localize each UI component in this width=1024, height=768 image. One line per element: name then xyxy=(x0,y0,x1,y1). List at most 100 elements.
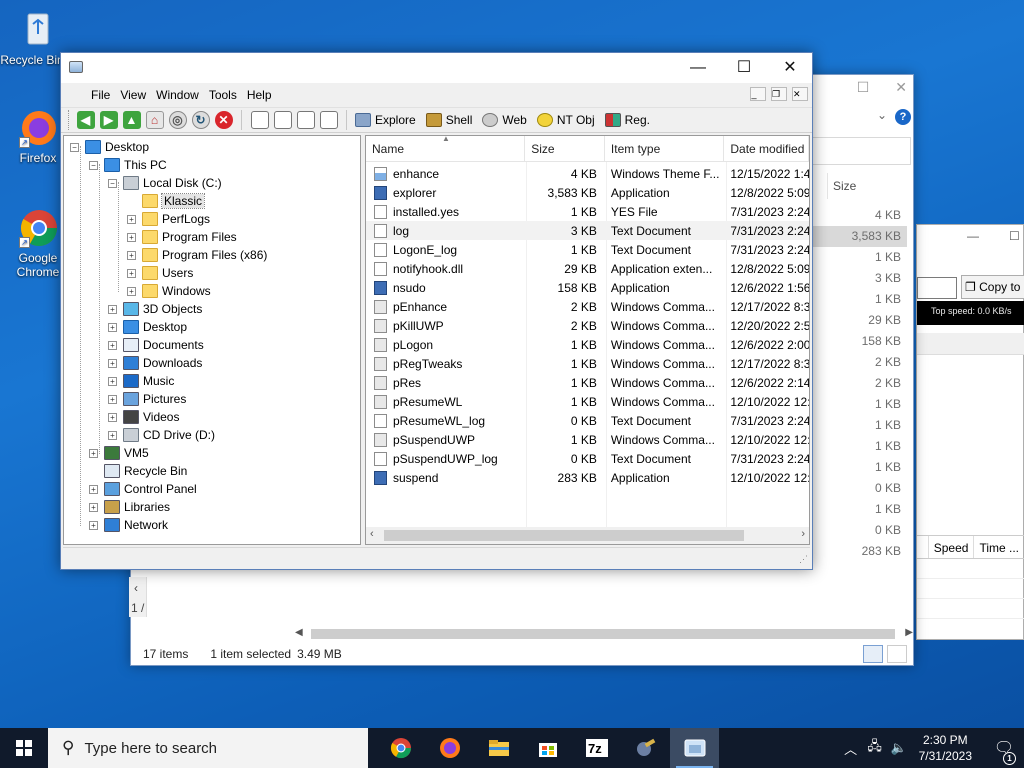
copy-to-button[interactable]: ❐ Copy to xyxy=(961,275,1024,299)
taskbar-search[interactable]: ⚲ Type here to search xyxy=(48,728,368,768)
taskbar-file-explorer[interactable] xyxy=(474,728,523,768)
resize-grip-icon[interactable]: ⋰ xyxy=(799,554,808,565)
tree-item-klassic[interactable]: Klassic xyxy=(127,192,206,210)
maximize-icon[interactable]: ☐ xyxy=(1009,229,1020,243)
file-row[interactable]: log 3 KB Text Document 7/31/2023 2:24 xyxy=(366,221,809,240)
menu-file[interactable]: File xyxy=(91,88,118,102)
col-time[interactable]: Time ... xyxy=(974,536,1024,558)
up-arrow-icon[interactable]: ▲ xyxy=(122,111,141,129)
shell-button[interactable]: Shell xyxy=(425,113,472,127)
home-icon[interactable]: ⌂ xyxy=(145,111,164,129)
expand-icon[interactable]: + xyxy=(89,448,98,458)
large-icons-view-icon[interactable] xyxy=(887,645,907,663)
tree-item-perflogs[interactable]: + PerfLogs xyxy=(127,210,210,228)
file-manager-window[interactable]: — ☐ ✕ File View Window Tools Help _ ❐ ✕ ◀ ▶ … xyxy=(60,52,813,570)
expand-icon[interactable]: + xyxy=(108,304,117,314)
file-row[interactable]: installed.yes 1 KB YES File 7/31/2023 2:24 xyxy=(366,202,809,221)
tree-item-pictures[interactable]: + Pictures xyxy=(108,390,186,408)
scroll-thumb[interactable] xyxy=(384,530,744,541)
tree-item-control-panel[interactable]: + Control Panel xyxy=(89,480,197,498)
volume-icon[interactable]: 🔈 xyxy=(889,740,909,756)
tree-item-this-pc[interactable]: − This PC xyxy=(89,156,167,174)
collapse-icon[interactable]: − xyxy=(89,160,98,170)
minimize-icon[interactable]: — xyxy=(967,229,979,243)
tree-item-desktop[interactable]: − Desktop xyxy=(70,138,149,156)
chevron-up-icon[interactable]: ︿ xyxy=(841,739,861,758)
scroll-right-icon[interactable]: › xyxy=(801,528,805,540)
details-view-icon[interactable] xyxy=(863,645,883,663)
refresh-icon[interactable]: ↻ xyxy=(191,111,210,129)
start-button[interactable] xyxy=(0,728,48,768)
col-size[interactable]: Size xyxy=(525,136,605,161)
file-row[interactable]: pEnhance 2 KB Windows Comma... 12/17/2022 8… xyxy=(366,297,809,316)
title-bar[interactable]: — ☐ ✕ xyxy=(61,53,812,83)
tree-item-videos[interactable]: + Videos xyxy=(108,408,179,426)
expand-icon[interactable]: + xyxy=(127,232,136,242)
menu-window[interactable]: Window xyxy=(156,88,207,102)
chevron-down-icon[interactable]: ⌄ xyxy=(877,108,887,122)
menu-view[interactable]: View xyxy=(120,88,154,102)
file-row[interactable]: LogonE_log 1 KB Text Document 7/31/2023 2:2… xyxy=(366,240,809,259)
expand-icon[interactable]: + xyxy=(108,322,117,332)
ntobj-button[interactable]: NT Obj xyxy=(536,113,595,127)
file-row[interactable]: pResumeWL_log 0 KB Text Document 7/31/2023 … xyxy=(366,411,809,430)
folder-tree[interactable]: − Desktop − This PC − Local Disk (C:) Klassic +… xyxy=(63,135,361,545)
expand-icon[interactable]: + xyxy=(127,250,136,260)
file-row[interactable]: pSuspendUWP_log 0 KB Text Document 7/31/202… xyxy=(366,449,809,468)
horizontal-scrollbar[interactable]: ◀ ▶ xyxy=(291,627,915,641)
tree-item-music[interactable]: + Music xyxy=(108,372,174,390)
copy-window[interactable]: — ☐ ❐ Copy to Top speed: 0.0 KB/s Speed T… xyxy=(916,224,1024,640)
view-small-icon[interactable] xyxy=(273,111,292,129)
file-row[interactable]: pKillUWP 2 KB Windows Comma... 12/20/2022 2… xyxy=(366,316,809,335)
file-row[interactable]: notifyhook.dll 29 KB Application exten... 1… xyxy=(366,259,809,278)
expand-icon[interactable]: + xyxy=(127,268,136,278)
taskbar-chrome[interactable] xyxy=(376,728,425,768)
tree-item-3d-objects[interactable]: +3D Objects xyxy=(108,300,202,318)
expand-icon[interactable]: + xyxy=(127,286,136,296)
notification-button[interactable]: 🗨 1 xyxy=(984,738,1024,765)
mdi-close-button[interactable]: ✕ xyxy=(792,87,808,101)
taskbar-store[interactable] xyxy=(523,728,572,768)
view-large-icon[interactable] xyxy=(250,111,269,129)
tree-item-program-files-x86[interactable]: + Program Files (x86) xyxy=(127,246,267,264)
scroll-left-button[interactable]: ‹ 1 / xyxy=(129,577,147,617)
web-button[interactable]: Web xyxy=(482,113,527,127)
tree-item-network[interactable]: + Network xyxy=(89,516,168,534)
search-box[interactable] xyxy=(811,137,911,165)
file-row[interactable]: pResumeWL 1 KB Windows Comma... 12/10/2022 … xyxy=(366,392,809,411)
scroll-left-icon[interactable]: ◀ xyxy=(295,627,303,638)
scroll-thumb[interactable] xyxy=(311,629,895,639)
expand-icon[interactable]: + xyxy=(89,502,98,512)
maximize-icon[interactable]: ☐ xyxy=(857,79,870,96)
tree-item-libraries[interactable]: + Libraries xyxy=(89,498,170,516)
expand-icon[interactable]: + xyxy=(127,214,136,224)
tree-item-documents[interactable]: + Documents xyxy=(108,336,204,354)
destination-field[interactable] xyxy=(917,277,957,299)
tree-item-cd-drive-d[interactable]: + CD Drive (D:) xyxy=(108,426,215,444)
registry-button[interactable]: Reg. xyxy=(604,113,650,127)
mdi-minimize-button[interactable]: _ xyxy=(750,87,766,101)
taskbar-tool[interactable] xyxy=(621,728,670,768)
expand-icon[interactable]: + xyxy=(89,484,98,494)
collapse-icon[interactable]: − xyxy=(70,142,79,152)
file-row[interactable]: pSuspendUWP 1 KB Windows Comma... 12/10/202… xyxy=(366,430,809,449)
tree-item-recycle-bin[interactable]: Recycle Bin xyxy=(89,462,187,480)
expand-icon[interactable]: + xyxy=(89,520,98,530)
file-list[interactable]: ▲ Name Size Item type Date modified enha… xyxy=(365,135,810,545)
expand-icon[interactable]: + xyxy=(108,358,117,368)
col-speed[interactable]: Speed xyxy=(929,536,975,558)
tree-item-users[interactable]: + Users xyxy=(127,264,193,282)
taskbar-file-manager[interactable] xyxy=(670,728,719,768)
col-type[interactable]: Item type xyxy=(605,136,725,161)
toolbar-grip[interactable] xyxy=(68,110,71,130)
expand-icon[interactable]: + xyxy=(108,376,117,386)
menu-tools[interactable]: Tools xyxy=(209,88,245,102)
menu-help[interactable]: Help xyxy=(247,88,280,102)
maximize-button[interactable]: ☐ xyxy=(721,53,767,83)
tree-item-windows[interactable]: + Windows xyxy=(127,282,211,300)
tree-item-vm5[interactable]: + VM5 xyxy=(89,444,149,462)
collapse-icon[interactable]: − xyxy=(108,178,117,188)
file-row[interactable]: pLogon 1 KB Windows Comma... 12/6/2022 2:00 xyxy=(366,335,809,354)
tree-item-program-files[interactable]: + Program Files xyxy=(127,228,237,246)
close-icon[interactable]: ✕ xyxy=(895,79,907,96)
